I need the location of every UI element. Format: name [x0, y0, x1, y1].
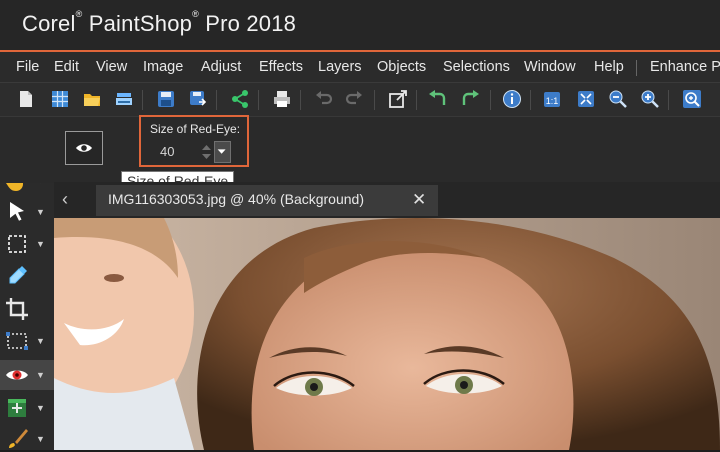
brush-tool-icon[interactable]: [4, 426, 30, 452]
document-tab-label: IMG116303053.jpg @ 40% (Background): [108, 191, 364, 207]
red-eye-tool-icon[interactable]: [4, 362, 30, 388]
tool-options-bar: [0, 116, 720, 183]
zoom-out-icon[interactable]: [608, 89, 628, 109]
browse-grid-icon[interactable]: [50, 89, 70, 109]
toolbar-separator: [416, 90, 417, 110]
title-version: Pro 2018: [205, 11, 297, 36]
rotate-right-icon[interactable]: [460, 89, 480, 109]
undo-icon[interactable]: [314, 89, 334, 109]
rotate-left-icon[interactable]: [428, 89, 448, 109]
save-as-icon[interactable]: [188, 89, 208, 109]
title-brand: Corel: [22, 11, 76, 36]
size-of-red-eye-label: Size of Red-Eye:: [150, 122, 241, 136]
svg-text:1:1: 1:1: [546, 96, 559, 106]
scan-icon[interactable]: [114, 89, 134, 109]
menu-file[interactable]: File: [16, 59, 39, 75]
toolbar-separator: [216, 90, 217, 110]
toolbar-separator: [300, 90, 301, 110]
menu-bar: File Edit View Image Adjust Effects Laye…: [0, 52, 720, 82]
toolbar-separator: [530, 90, 531, 110]
title-product: PaintShop: [88, 11, 193, 36]
crop-resize-icon[interactable]: [388, 89, 408, 109]
save-icon[interactable]: [156, 89, 176, 109]
pick-tool-icon[interactable]: [4, 199, 30, 225]
close-tab-icon[interactable]: ✕: [412, 190, 426, 210]
print-icon[interactable]: [272, 89, 292, 109]
tool-flyout-arrow-icon[interactable]: ▼: [36, 370, 45, 380]
menu-layers[interactable]: Layers: [318, 59, 362, 75]
standard-toolbar: 1:1: [0, 82, 720, 117]
toolbar-separator: [374, 90, 375, 110]
tab-scroll-left-icon[interactable]: ‹: [56, 188, 74, 210]
toolbar-separator: [258, 90, 259, 110]
menu-enhance[interactable]: Enhance P: [650, 59, 720, 75]
straighten-tool-icon[interactable]: [4, 328, 30, 354]
chevron-down-icon: [217, 149, 226, 154]
eye-icon: [76, 144, 92, 152]
title-bar: Corel® PaintShop® Pro 2018: [0, 0, 720, 50]
menu-separator: [636, 60, 637, 76]
size-slider-dropdown-button[interactable]: [214, 141, 231, 163]
dropper-tool-icon[interactable]: [4, 263, 30, 289]
tool-flyout-arrow-icon[interactable]: ▼: [36, 239, 45, 249]
toolbar-separator: [142, 90, 143, 110]
menu-adjust[interactable]: Adjust: [201, 59, 241, 75]
tool-flyout-arrow-icon[interactable]: ▼: [36, 336, 45, 346]
open-folder-icon[interactable]: [82, 89, 102, 109]
redo-icon[interactable]: [344, 89, 364, 109]
info-icon[interactable]: [502, 89, 522, 109]
toolbar-separator: [668, 90, 669, 110]
actual-size-icon[interactable]: 1:1: [542, 89, 562, 109]
image-canvas[interactable]: [54, 218, 720, 450]
share-icon[interactable]: [230, 89, 250, 109]
selection-tool-icon[interactable]: [4, 231, 30, 257]
photo: [54, 218, 720, 450]
zoom-in-icon[interactable]: [640, 89, 660, 109]
makeover-tool-icon[interactable]: [4, 395, 30, 421]
presets-button[interactable]: [65, 131, 103, 165]
size-of-red-eye-input[interactable]: 40: [154, 141, 200, 163]
menu-image[interactable]: Image: [143, 59, 183, 75]
tool-flyout-arrow-icon[interactable]: ▼: [36, 403, 45, 413]
fit-window-icon[interactable]: [576, 89, 596, 109]
menu-edit[interactable]: Edit: [54, 59, 79, 75]
menu-objects[interactable]: Objects: [377, 59, 426, 75]
window-title: Corel® PaintShop® Pro 2018: [22, 9, 297, 36]
new-file-icon[interactable]: [16, 89, 36, 109]
tool-flyout-arrow-icon[interactable]: ▼: [36, 207, 45, 217]
menu-effects[interactable]: Effects: [259, 59, 303, 75]
tool-flyout-arrow-icon[interactable]: ▼: [36, 434, 45, 444]
menu-view[interactable]: View: [96, 59, 127, 75]
toolbar-separator: [490, 90, 491, 110]
crop-tool-icon[interactable]: [4, 296, 30, 322]
menu-help[interactable]: Help: [594, 59, 624, 75]
menu-window[interactable]: Window: [524, 59, 576, 75]
menu-selections[interactable]: Selections: [443, 59, 510, 75]
zoom-fit-icon[interactable]: [682, 89, 702, 109]
spin-arrows-icon[interactable]: [200, 142, 213, 162]
